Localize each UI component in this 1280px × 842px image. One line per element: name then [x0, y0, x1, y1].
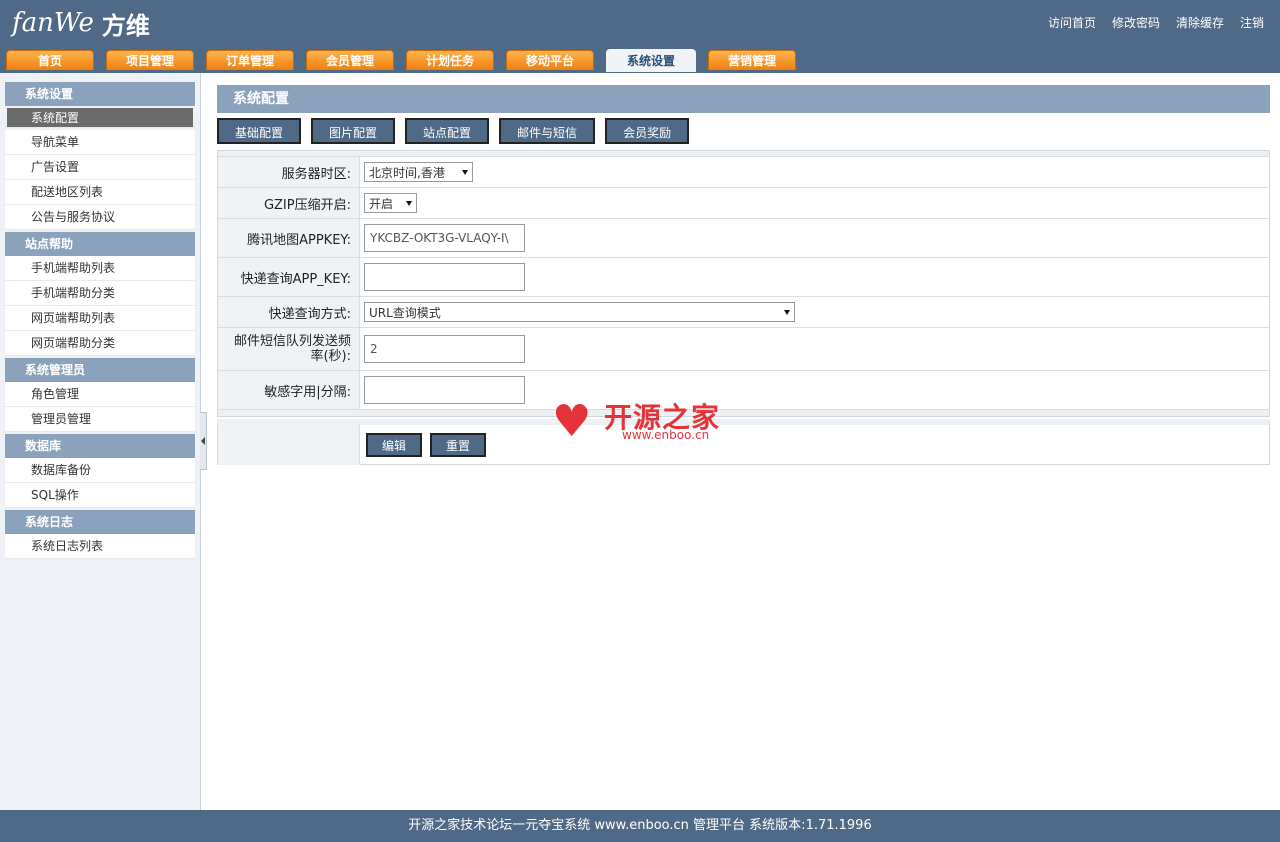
sidebar: 系统设置 系统配置 导航菜单 广告设置 配送地区列表 公告与服务协议 站点帮助 … — [0, 73, 201, 810]
form-row-sensitive-words: 敏感字用|分隔: — [218, 371, 1269, 410]
sidebar-group-database: 数据库 数据库备份 SQL操作 — [5, 434, 195, 508]
page-title: 系统配置 — [217, 85, 1270, 113]
nav-tab-marketing[interactable]: 营销管理 — [708, 50, 796, 70]
queue-frequency-label-line1: 邮件短信队列发送频 — [233, 334, 351, 349]
queue-frequency-label-line2: 率(秒): — [310, 349, 351, 364]
gzip-select-value: 开启 — [369, 196, 394, 211]
form-row-gzip: GZIP压缩开启: 开启 — [218, 188, 1269, 219]
edit-button[interactable]: 编辑 — [366, 432, 423, 457]
sidebar-group-site-help: 站点帮助 手机端帮助列表 手机端帮助分类 网页端帮助列表 网页端帮助分类 — [5, 232, 195, 356]
queue-frequency-input[interactable]: 2 — [364, 335, 525, 363]
sidebar-item-web-help-list[interactable]: 网页端帮助列表 — [5, 306, 195, 331]
sidebar-item-db-backup[interactable]: 数据库备份 — [5, 458, 195, 483]
timezone-select[interactable]: 北京时间,香港 — [364, 162, 473, 182]
gzip-label: GZIP压缩开启: — [218, 188, 360, 218]
sidebar-group-title[interactable]: 系统日志 — [5, 510, 195, 534]
nav-tab-mobile[interactable]: 移动平台 — [506, 50, 594, 70]
subtab-site[interactable]: 站点配置 — [405, 118, 490, 144]
nav-tab-tasks[interactable]: 计划任务 — [406, 50, 494, 70]
reset-button[interactable]: 重置 — [430, 432, 487, 457]
actions-label-cell — [218, 425, 360, 465]
form-actions: 编辑 重置 — [217, 419, 1270, 465]
change-password-link[interactable]: 修改密码 — [1112, 14, 1160, 31]
form-bottom-spacer — [218, 410, 1269, 416]
form-row-timezone: 服务器时区: 北京时间,香港 — [218, 157, 1269, 188]
nav-tab-home[interactable]: 首页 — [6, 50, 94, 70]
nav-tab-members[interactable]: 会员管理 — [306, 50, 394, 70]
sidebar-item-log-list[interactable]: 系统日志列表 — [5, 534, 195, 559]
subtab-image[interactable]: 图片配置 — [311, 118, 396, 144]
subtab-basic[interactable]: 基础配置 — [217, 118, 302, 144]
sidebar-item-nav-menu[interactable]: 导航菜单 — [5, 130, 195, 155]
sidebar-item-web-help-category[interactable]: 网页端帮助分类 — [5, 331, 195, 356]
nav-tab-projects[interactable]: 项目管理 — [106, 50, 194, 70]
timezone-label: 服务器时区: — [218, 157, 360, 187]
express-mode-select-value: URL查询模式 — [369, 305, 441, 320]
sidebar-group-system-settings: 系统设置 系统配置 导航菜单 广告设置 配送地区列表 公告与服务协议 — [5, 82, 195, 230]
watermark: ♥ 开源之家 www.enboo.cn — [552, 396, 732, 446]
logo-brand-cn: 方维 — [101, 11, 150, 40]
subtab-mail-sms[interactable]: 邮件与短信 — [499, 118, 596, 144]
timezone-select-value: 北京时间,香港 — [369, 165, 445, 180]
sidebar-group-title[interactable]: 系统设置 — [5, 82, 195, 106]
sensitive-words-label: 敏感字用|分隔: — [218, 371, 360, 409]
config-subtabs: 基础配置 图片配置 站点配置 邮件与短信 会员奖励 — [217, 118, 699, 144]
express-key-input[interactable] — [364, 263, 525, 291]
express-key-label: 快递查询APP_KEY: — [218, 258, 360, 296]
subtab-member-reward[interactable]: 会员奖励 — [605, 118, 690, 144]
watermark-url: www.enboo.cn — [622, 428, 710, 442]
sidebar-item-admin-management[interactable]: 管理员管理 — [5, 407, 195, 432]
clear-cache-link[interactable]: 清除缓存 — [1176, 14, 1224, 31]
sidebar-group-logs: 系统日志 系统日志列表 — [5, 510, 195, 559]
select-arrow-icon — [784, 309, 790, 315]
form-row-express-key: 快递查询APP_KEY: — [218, 258, 1269, 297]
queue-frequency-label: 邮件短信队列发送频 率(秒): — [218, 328, 360, 370]
sensitive-words-input[interactable] — [364, 376, 525, 404]
heart-icon: ♥ — [552, 396, 592, 447]
sidebar-item-mobile-help-list[interactable]: 手机端帮助列表 — [5, 256, 195, 281]
config-form: 服务器时区: 北京时间,香港 GZIP压缩开启: 开启 腾讯地图APPKEY: … — [217, 150, 1270, 417]
visit-home-link[interactable]: 访问首页 — [1048, 14, 1096, 31]
header: fanWe 方维 访问首页 修改密码 清除缓存 注销 首页 项目管理 订单管理 … — [0, 0, 1280, 73]
tencent-key-label: 腾讯地图APPKEY: — [218, 219, 360, 257]
express-mode-label: 快递查询方式: — [218, 297, 360, 327]
sidebar-item-roles[interactable]: 角色管理 — [5, 382, 195, 407]
logo[interactable]: fanWe 方维 — [12, 6, 150, 40]
sidebar-item-sql[interactable]: SQL操作 — [5, 483, 195, 508]
form-row-tencent-key: 腾讯地图APPKEY: YKCBZ-OKT3G-VLAQY-I\ — [218, 219, 1269, 258]
main-nav: 首页 项目管理 订单管理 会员管理 计划任务 移动平台 系统设置 营销管理 — [6, 49, 808, 72]
collapse-arrow-icon — [201, 437, 205, 445]
logo-brand: fanWe — [12, 8, 94, 38]
nav-tab-system-settings[interactable]: 系统设置 — [606, 49, 696, 72]
footer: 开源之家技术论坛一元夺宝系统 www.enboo.cn 管理平台 系统版本:1.… — [0, 810, 1280, 842]
sidebar-group-admins: 系统管理员 角色管理 管理员管理 — [5, 358, 195, 432]
select-arrow-icon — [462, 169, 468, 175]
tencent-key-input[interactable]: YKCBZ-OKT3G-VLAQY-I\ — [364, 224, 525, 252]
nav-tab-orders[interactable]: 订单管理 — [206, 50, 294, 70]
sidebar-item-ad-settings[interactable]: 广告设置 — [5, 155, 195, 180]
sidebar-group-title[interactable]: 系统管理员 — [5, 358, 195, 382]
top-links: 访问首页 修改密码 清除缓存 注销 — [1048, 14, 1264, 31]
form-row-express-mode: 快递查询方式: URL查询模式 — [218, 297, 1269, 328]
sidebar-item-system-config[interactable]: 系统配置 — [7, 108, 193, 128]
sidebar-collapse-handle[interactable] — [200, 412, 207, 470]
sidebar-item-notice-agreement[interactable]: 公告与服务协议 — [5, 205, 195, 230]
logout-link[interactable]: 注销 — [1240, 14, 1264, 31]
sidebar-group-title[interactable]: 站点帮助 — [5, 232, 195, 256]
sidebar-item-mobile-help-category[interactable]: 手机端帮助分类 — [5, 281, 195, 306]
gzip-select[interactable]: 开启 — [364, 193, 417, 213]
sidebar-group-title[interactable]: 数据库 — [5, 434, 195, 458]
express-mode-select[interactable]: URL查询模式 — [364, 302, 795, 322]
form-row-queue-frequency: 邮件短信队列发送频 率(秒): 2 — [218, 328, 1269, 371]
sidebar-item-delivery-regions[interactable]: 配送地区列表 — [5, 180, 195, 205]
select-arrow-icon — [406, 200, 412, 206]
